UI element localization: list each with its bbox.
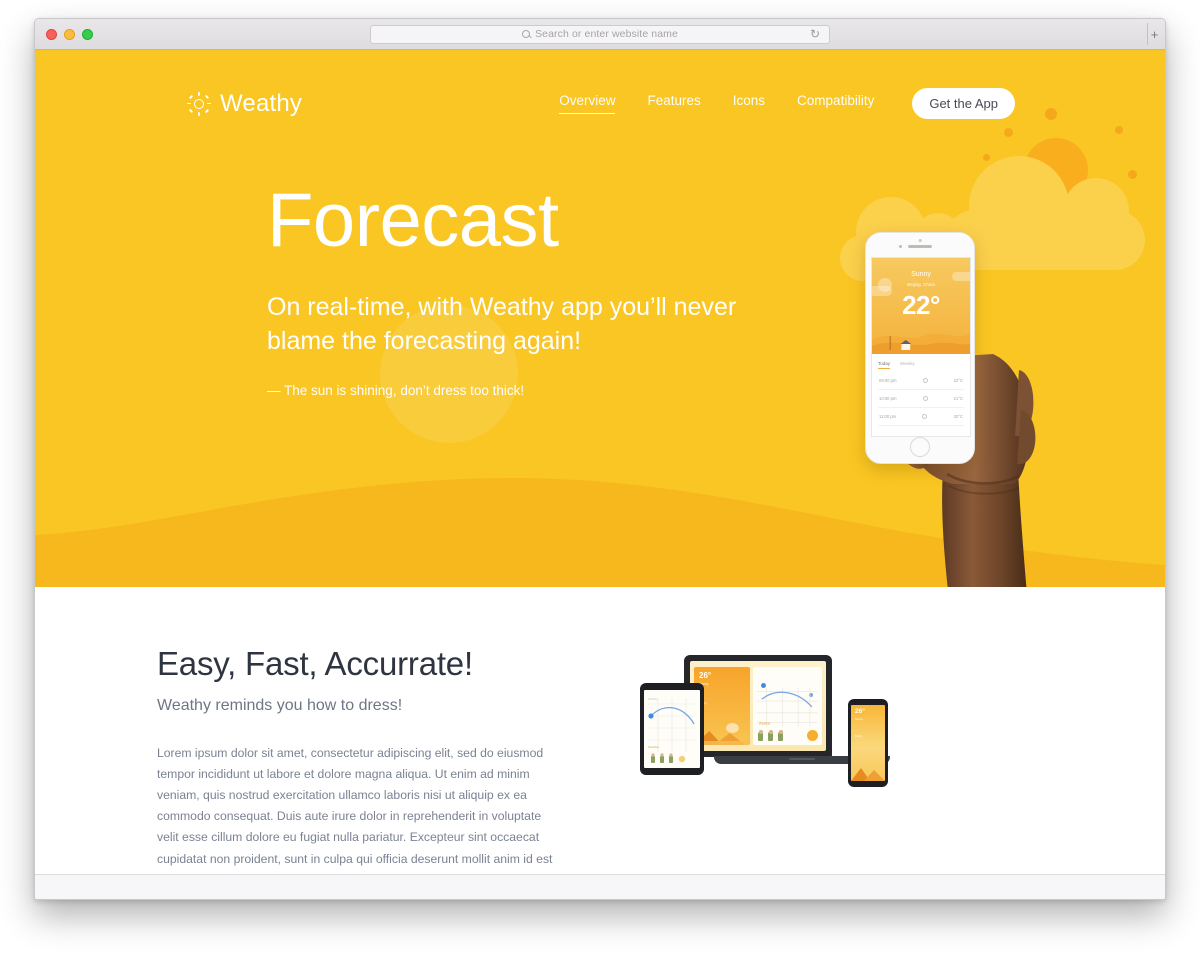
forecast-time: 11:00 pm xyxy=(879,414,897,419)
app-condition: Sunny xyxy=(911,271,931,278)
laptop-card-location: Beijing xyxy=(699,702,745,705)
svg-text:Weather: Weather xyxy=(648,745,659,749)
phone-mockup-condition: Sunny xyxy=(855,716,863,721)
phone-home-button[interactable] xyxy=(910,437,930,457)
tab-weekly[interactable]: Weekly xyxy=(900,361,915,369)
sun-icon xyxy=(922,414,928,419)
features-section: Easy, Fast, Accurrate! Weathy reminds yo… xyxy=(35,587,1165,899)
forecast-temp: 20°C xyxy=(953,414,963,419)
brand-name: Weathy xyxy=(220,89,303,117)
nav-link-compatibility[interactable]: Compatibility xyxy=(797,93,874,114)
forecast-row: 11:00 pm 20°C xyxy=(878,408,964,426)
laptop-mockup: 26° Sunny Beijing xyxy=(684,655,890,764)
sun-icon xyxy=(922,396,928,401)
hero-phone-mockup: Sunny Beijing, China 22° Today Weekly 09… xyxy=(825,218,1085,587)
weather-app-header: Sunny Beijing, China 22° xyxy=(872,258,970,354)
close-window-button[interactable] xyxy=(46,28,57,40)
svg-text:Weathy: Weathy xyxy=(648,697,658,701)
laptop-card-temperature: 26° xyxy=(699,671,712,680)
traffic-lights xyxy=(46,28,93,40)
phone-mountain-illustration xyxy=(851,768,885,781)
tablet-map-illustration: Weathy Weather xyxy=(647,697,697,763)
device-mockups: 26° Sunny Beijing xyxy=(640,649,890,799)
features-title: Easy, Fast, Accurrate! xyxy=(157,645,473,682)
person-icon xyxy=(768,730,774,741)
browser-window: Search or enter website name ↻ + Weathy … xyxy=(34,18,1166,900)
phone-mockup-screen: 26° Sunny Beijing xyxy=(851,705,885,781)
features-paragraph: Lorem ipsum dolor sit amet, consectetur … xyxy=(157,746,553,887)
forecast-row: 09:00 pm 22°C xyxy=(878,372,964,390)
phone-sensor-dot xyxy=(918,239,922,242)
minimize-window-button[interactable] xyxy=(64,28,75,40)
person-icon xyxy=(758,730,764,741)
forecast-temp: 21°C xyxy=(953,396,963,401)
nav-links: Overview Features Icons Compatibility Ge… xyxy=(559,88,1015,119)
tablet-screen: Weathy Weather xyxy=(644,690,700,768)
maximize-window-button[interactable] xyxy=(82,28,93,40)
forecast-tabs: Today Weekly xyxy=(878,361,964,372)
laptop-map-card: Weather xyxy=(753,667,822,745)
hero-section: Weathy Overview Features Icons Compatibi… xyxy=(35,50,1165,587)
floating-action-button[interactable] xyxy=(807,730,818,741)
sun-icon xyxy=(922,378,928,383)
hero-subtitle: On real-time, with Weathy app you’ll nev… xyxy=(267,293,737,355)
phone-mockup-small: 26° Sunny Beijing xyxy=(848,699,888,787)
reload-icon[interactable]: ↻ xyxy=(810,28,820,40)
phone-speaker xyxy=(908,245,932,248)
get-the-app-button[interactable]: Get the App xyxy=(912,88,1015,119)
svg-text:Weather: Weather xyxy=(759,722,771,726)
phone-mockup-location: Beijing xyxy=(855,734,863,738)
app-temperature: 22° xyxy=(902,290,940,320)
person-icon xyxy=(778,730,784,741)
primary-navigation: Weathy Overview Features Icons Compatibi… xyxy=(35,50,1165,119)
address-bar-placeholder: Search or enter website name xyxy=(535,28,678,40)
nav-link-icons[interactable]: Icons xyxy=(733,93,765,114)
search-icon xyxy=(522,30,531,38)
browser-viewport: Weathy Overview Features Icons Compatibi… xyxy=(35,50,1165,899)
browser-statusbar xyxy=(35,874,1165,899)
app-location: Beijing, China xyxy=(907,282,935,287)
forecast-temp: 22°C xyxy=(953,378,963,383)
phone-mockup-temperature: 26° xyxy=(855,708,865,715)
phone-device: Sunny Beijing, China 22° Today Weekly 09… xyxy=(865,232,975,464)
features-text-block: Easy, Fast, Accurrate! Weathy reminds yo… xyxy=(125,645,565,891)
tablet-mockup: Weathy Weather xyxy=(640,683,704,775)
app-hill-illustration xyxy=(872,334,970,354)
sun-icon xyxy=(187,91,211,116)
phone-camera-icon xyxy=(899,245,902,248)
nav-link-features[interactable]: Features xyxy=(647,93,700,114)
forecast-row: 10:00 pm 21°C xyxy=(878,390,964,408)
nav-link-overview[interactable]: Overview xyxy=(559,93,616,114)
phone-screen: Sunny Beijing, China 22° Today Weekly 09… xyxy=(871,257,971,437)
brand-logo[interactable]: Weathy xyxy=(187,90,302,118)
tab-today[interactable]: Today xyxy=(878,361,891,369)
address-bar[interactable]: Search or enter website name ↻ xyxy=(370,24,830,44)
laptop-screen: 26° Sunny Beijing xyxy=(690,661,826,751)
laptop-card-condition: Sunny xyxy=(699,682,709,686)
clothing-suggestion-icons xyxy=(758,730,784,741)
browser-chrome: Search or enter website name ↻ + xyxy=(35,19,1165,50)
forecast-time: 09:00 pm xyxy=(879,378,897,383)
features-subtitle: Weathy reminds you how to dress! xyxy=(157,697,403,714)
forecast-time: 10:00 pm xyxy=(879,396,897,401)
forecast-list: Today Weekly 09:00 pm 22°C 10:00 pm 21°C… xyxy=(872,354,970,426)
new-tab-button[interactable]: + xyxy=(1147,23,1161,45)
